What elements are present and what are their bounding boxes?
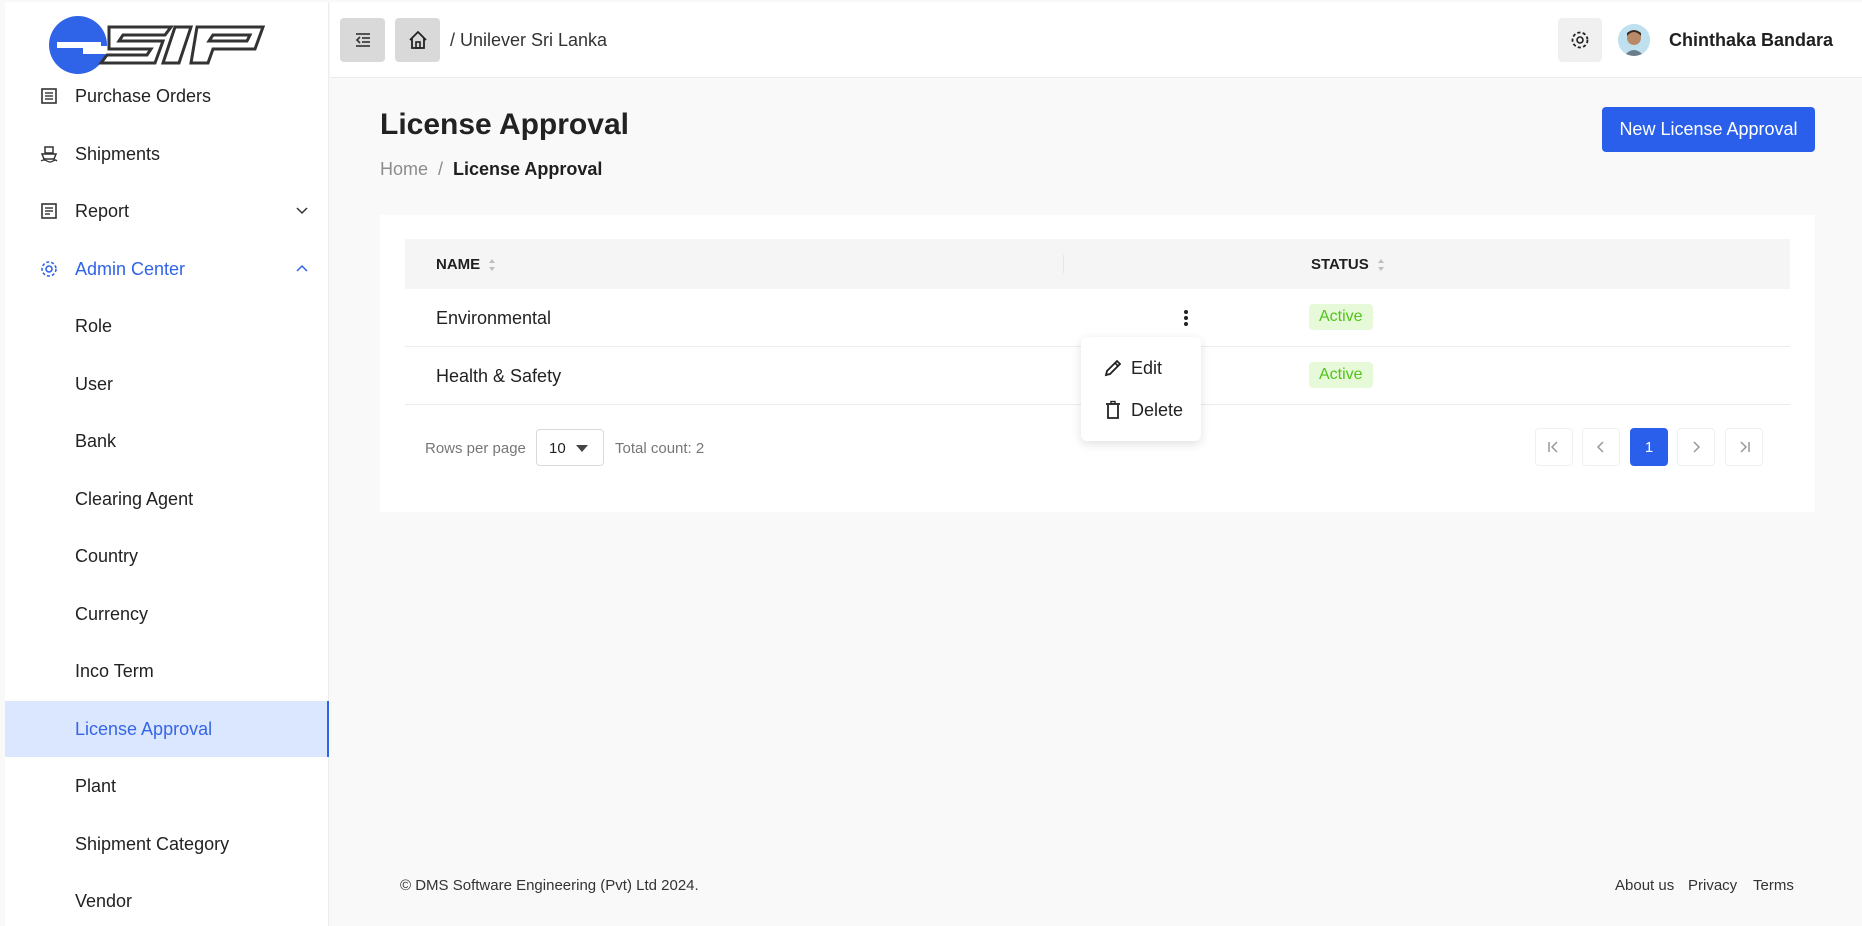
breadcrumb: Home / License Approval	[380, 159, 602, 180]
copyright-text: © DMS Software Engineering (Pvt) Ltd 202…	[400, 877, 699, 894]
sidebar-item-plant[interactable]: Plant	[5, 758, 329, 814]
sidebar-item-label: License Approval	[75, 718, 213, 739]
last-page-button[interactable]	[1725, 428, 1763, 466]
top-header: / Unilever Sri Lanka Chinthaka Bandara	[330, 2, 1862, 78]
more-actions-icon[interactable]	[1183, 309, 1189, 327]
next-page-button[interactable]	[1677, 428, 1715, 466]
chevron-right-icon	[1693, 441, 1701, 453]
sidebar-item-label: Admin Center	[75, 258, 186, 279]
sidebar-item-label: Role	[75, 315, 113, 336]
page-title: License Approval	[380, 108, 629, 141]
sidebar-item-label: Inco Term	[75, 660, 154, 681]
sidebar-item-label: Purchase Orders	[75, 85, 212, 106]
sidebar-item-license-approval[interactable]: License Approval	[5, 701, 329, 757]
footer-link-terms[interactable]: Terms	[1753, 877, 1794, 894]
sidebar-item-currency[interactable]: Currency	[5, 586, 329, 642]
sort-icon[interactable]	[488, 257, 496, 273]
sort-icon[interactable]	[1377, 257, 1385, 273]
report-icon	[41, 203, 57, 219]
user-name[interactable]: Chinthaka Bandara	[1669, 30, 1833, 51]
rows-per-page-label: Rows per page	[425, 440, 526, 457]
menu-item-label: Delete	[1131, 399, 1184, 420]
sidebar-item-shipments[interactable]: Shipments	[5, 126, 329, 182]
pencil-icon	[1104, 359, 1122, 377]
sidebar-item-inco-term[interactable]: Inco Term	[5, 643, 329, 699]
caret-down-icon	[576, 445, 588, 452]
chevron-up-icon	[296, 264, 308, 272]
home-button[interactable]	[395, 18, 440, 62]
first-page-button[interactable]	[1535, 428, 1573, 466]
breadcrumb-separator: /	[438, 159, 444, 179]
column-header-name[interactable]: NAME	[436, 256, 496, 273]
user-photo-icon	[1618, 24, 1650, 56]
rows-per-page-value: 10	[549, 440, 566, 457]
sidebar-item-label: Report	[75, 200, 130, 221]
table-header: NAME STATUS	[405, 239, 1790, 289]
sidebar-item-label: Shipment Category	[75, 833, 230, 854]
document-list-icon	[41, 88, 57, 104]
status-badge: Active	[1309, 304, 1373, 330]
new-license-approval-button[interactable]: New License Approval	[1602, 107, 1815, 152]
sidebar-item-clearing-agent[interactable]: Clearing Agent	[5, 471, 329, 527]
sidebar-item-report[interactable]: Report	[5, 183, 329, 239]
column-header-label: NAME	[436, 256, 481, 273]
collapse-sidebar-button[interactable]	[340, 18, 385, 62]
column-header-label: STATUS	[1311, 256, 1369, 273]
rows-per-page-select[interactable]: 10	[536, 429, 604, 466]
total-count: Total count: 2	[615, 440, 705, 457]
gear-icon	[41, 261, 57, 277]
footer-link-about[interactable]: About us	[1615, 877, 1674, 894]
row-actions-menu: Edit Delete	[1081, 337, 1201, 441]
page-number-button[interactable]: 1	[1630, 428, 1668, 466]
sidebar-item-label: Clearing Agent	[75, 488, 194, 509]
sidebar-item-shipment-category[interactable]: Shipment Category	[5, 816, 329, 872]
ship-icon	[40, 146, 58, 163]
first-page-icon	[1548, 441, 1558, 453]
sidebar-item-role[interactable]: Role	[5, 298, 329, 354]
home-icon	[408, 30, 427, 49]
footer-link-privacy[interactable]: Privacy	[1688, 877, 1737, 894]
menu-item-edit[interactable]: Edit	[1103, 354, 1162, 382]
last-page-icon	[1740, 441, 1750, 453]
breadcrumb-current: License Approval	[453, 159, 603, 179]
sidebar-item-label: Vendor	[75, 890, 133, 911]
breadcrumb-home-link[interactable]: Home	[380, 159, 428, 179]
sidebar-item-bank[interactable]: Bank	[5, 413, 329, 469]
sidebar-item-label: User	[75, 373, 114, 394]
sidebar-item-purchase-orders[interactable]: Purchase Orders	[5, 68, 329, 124]
status-badge: Active	[1309, 362, 1373, 388]
sidebar-item-admin-center[interactable]: Admin Center	[5, 241, 329, 297]
sidebar-item-user[interactable]: User	[5, 356, 329, 412]
organization-breadcrumb: / Unilever Sri Lanka	[450, 30, 608, 50]
avatar[interactable]	[1618, 24, 1650, 56]
sidebar-item-label: Shipments	[75, 143, 161, 164]
gear-icon	[1571, 31, 1589, 49]
column-header-status[interactable]: STATUS	[1311, 256, 1385, 273]
sidebar-item-label: Currency	[75, 603, 149, 624]
sidebar-item-label: Plant	[75, 775, 117, 796]
previous-page-button[interactable]	[1582, 428, 1620, 466]
trash-icon	[1106, 400, 1120, 419]
row-name: Health & Safety	[436, 366, 562, 386]
column-divider	[1063, 255, 1064, 273]
settings-button[interactable]	[1558, 18, 1602, 62]
chevron-down-icon	[296, 207, 308, 215]
sidebar-item-label: Country	[75, 545, 139, 566]
chevron-left-icon	[1596, 441, 1604, 453]
sidebar: Purchase Orders Shipments Report Admin C…	[5, 2, 329, 926]
menu-item-delete[interactable]: Delete	[1103, 396, 1183, 424]
menu-item-label: Edit	[1131, 357, 1163, 378]
sidebar-item-country[interactable]: Country	[5, 528, 329, 584]
menu-fold-icon	[355, 33, 370, 47]
row-name: Environmental	[436, 308, 552, 328]
sidebar-item-vendor[interactable]: Vendor	[5, 873, 329, 926]
sidebar-item-label: Bank	[75, 430, 117, 451]
